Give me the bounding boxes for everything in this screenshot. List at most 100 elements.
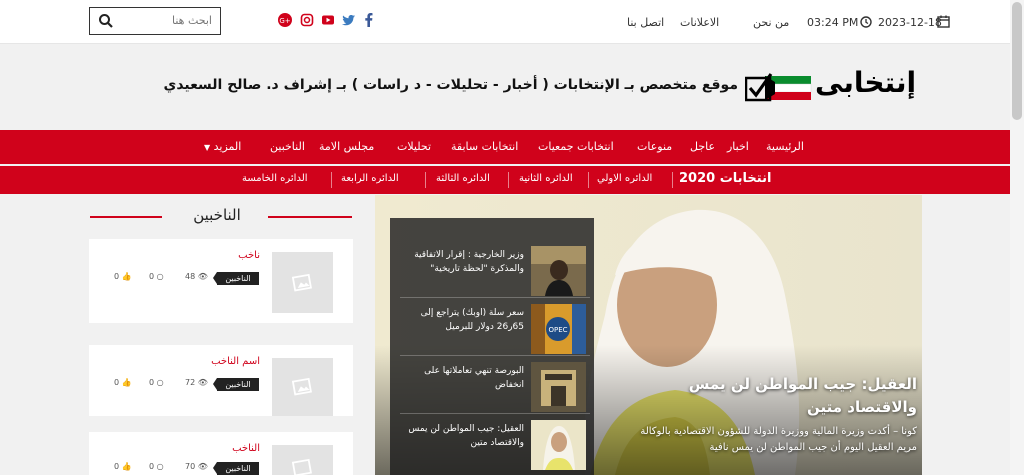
instagram-icon[interactable]: [300, 13, 314, 27]
site-tagline: موقع متخصص بـ الإنتخابات ( أخبار - تحليل…: [163, 77, 739, 93]
image-placeholder-icon: [292, 377, 312, 396]
kuwait-flag-ballot-icon: [745, 73, 812, 102]
comment-icon: ○: [156, 462, 164, 471]
nav-analysis[interactable]: تحليلات: [397, 140, 431, 153]
news-item[interactable]: وزير الخارجية : إقرار الاتفاقية والمذكرة…: [400, 242, 590, 298]
subnav-title[interactable]: انتخابات 2020: [679, 171, 771, 186]
top-bar: G+ اتصل بنا الاعلانات من نحن 03:24 PM 20…: [0, 0, 1010, 44]
news-thumbnail[interactable]: [531, 246, 586, 296]
news-photo: [531, 246, 586, 296]
news-thumbnail[interactable]: OPEC: [531, 304, 586, 354]
about-link[interactable]: من نحن: [753, 16, 789, 29]
sidebar-heading: الناخبين: [193, 206, 241, 224]
svg-text:G+: G+: [279, 17, 290, 25]
news-item[interactable]: البورصة تنهي تعاملاتها على انخفاض: [400, 358, 590, 414]
news-title[interactable]: البورصة تنهي تعاملاتها على انخفاض: [406, 364, 524, 392]
eye-icon: 👁: [197, 272, 208, 281]
logo-text: إنتخابى: [815, 66, 917, 99]
thumbs-up-icon: 👍: [121, 272, 132, 281]
nav-misc[interactable]: منوعات: [637, 140, 672, 153]
comment-icon: ○: [156, 272, 164, 281]
google-plus-icon[interactable]: G+: [278, 13, 292, 27]
eye-icon: 👁: [197, 462, 208, 471]
voter-card[interactable]: اسم الناخب الناخبين 72 👁 0 ○ 0 👍: [89, 345, 353, 416]
thumbs-up-icon: 👍: [121, 378, 132, 387]
subnav-divider: [588, 172, 589, 188]
comment-icon: ○: [156, 378, 164, 387]
news-item[interactable]: العقيل: جيب المواطن لن يمس والاقتصاد متي…: [400, 416, 590, 472]
nav-voters[interactable]: الناخبين: [270, 140, 305, 153]
news-list: وزير الخارجية : إقرار الاتفاقية والمذكرة…: [390, 218, 594, 475]
news-title[interactable]: وزير الخارجية : إقرار الاتفاقية والمذكرة…: [406, 248, 524, 276]
comments-count: 0 ○: [149, 462, 164, 471]
search-input[interactable]: [122, 14, 212, 27]
image-placeholder-icon: [292, 273, 312, 292]
likes-count[interactable]: 0 👍: [114, 272, 132, 281]
subnav-district-1[interactable]: الدائره الاولي: [597, 173, 652, 184]
thumbs-up-icon: 👍: [121, 462, 132, 471]
subnav-divider: [331, 172, 332, 188]
likes-count[interactable]: 0 👍: [114, 462, 132, 471]
site-logo[interactable]: إنتخابى: [745, 66, 920, 106]
sub-navigation: انتخابات 2020 الدائره الاولي الدائره الث…: [0, 166, 1010, 194]
eye-icon: 👁: [197, 378, 208, 387]
subnav-divider: [672, 172, 673, 188]
youtube-icon[interactable]: [321, 13, 335, 27]
heading-line-left: [90, 216, 162, 218]
category-tag[interactable]: الناخبين: [217, 462, 259, 475]
news-photo: OPEC: [531, 304, 586, 354]
views-count: 48 👁: [185, 272, 208, 281]
nav-association-elections[interactable]: انتخابات جمعيات: [538, 140, 614, 153]
nav-more-label: المزيد: [213, 140, 242, 153]
nav-news[interactable]: اخبار: [727, 140, 749, 153]
voter-thumbnail[interactable]: [272, 445, 333, 475]
nav-home[interactable]: الرئيسية: [766, 140, 804, 153]
featured-headline[interactable]: العقيل: جيب المواطن لن يمس والاقتصاد متي…: [640, 373, 917, 419]
news-thumbnail[interactable]: [531, 420, 586, 470]
views-count: 70 👁: [185, 462, 208, 471]
subnav-divider: [508, 172, 509, 188]
subnav-district-5[interactable]: الدائره الخامسة: [242, 173, 308, 184]
news-photo: [531, 362, 586, 412]
category-tag[interactable]: الناخبين: [217, 378, 259, 391]
date-text: 2023-12-18: [878, 16, 942, 29]
comments-count: 0 ○: [149, 272, 164, 281]
main-navigation: الرئيسية اخبار عاجل منوعات انتخابات جمعي…: [0, 130, 1010, 164]
time-text: 03:24 PM: [807, 16, 859, 29]
svg-text:OPEC: OPEC: [548, 326, 567, 334]
nav-more[interactable]: ▼ المزيد: [204, 140, 241, 153]
contact-link[interactable]: اتصل بنا: [627, 16, 664, 29]
subnav-district-3[interactable]: الدائره الثالثة: [436, 173, 490, 184]
voter-card[interactable]: الناخب الناخبين 70 👁 0 ○ 0 👍: [89, 432, 353, 475]
voter-name[interactable]: ناخب: [238, 250, 260, 261]
news-item[interactable]: OPEC سعر سلة (اوبك) يتراجع إلى 65ر26 دول…: [400, 300, 590, 356]
comments-count: 0 ○: [149, 378, 164, 387]
search-box[interactable]: [89, 7, 221, 35]
voter-name[interactable]: اسم الناخب: [211, 356, 260, 367]
subnav-district-4[interactable]: الدائره الرابعة: [341, 173, 399, 184]
calendar-icon: [937, 15, 950, 28]
search-icon[interactable]: [98, 13, 114, 29]
twitter-icon[interactable]: [342, 13, 356, 27]
nav-previous-elections[interactable]: انتخابات سابقة: [451, 140, 518, 153]
nav-breaking[interactable]: عاجل: [690, 140, 715, 153]
voter-name[interactable]: الناخب: [232, 443, 260, 454]
subnav-district-2[interactable]: الدائره الثانية: [519, 173, 573, 184]
voter-thumbnail[interactable]: [272, 252, 333, 313]
nav-parliament[interactable]: مجلس الامة: [319, 140, 374, 153]
news-photo: [531, 420, 586, 470]
likes-count[interactable]: 0 👍: [114, 378, 132, 387]
news-thumbnail[interactable]: [531, 362, 586, 412]
news-title[interactable]: سعر سلة (اوبك) يتراجع إلى 65ر26 دولار لل…: [406, 306, 524, 334]
voter-thumbnail[interactable]: [272, 358, 333, 416]
voter-card[interactable]: ناخب الناخبين 48 👁 0 ○ 0 👍: [89, 239, 353, 323]
subnav-divider: [425, 172, 426, 188]
category-tag[interactable]: الناخبين: [217, 272, 259, 285]
clock-icon: [860, 16, 872, 28]
heading-line-right: [268, 216, 352, 218]
scrollbar-thumb[interactable]: [1012, 2, 1022, 120]
facebook-icon[interactable]: [362, 13, 376, 27]
ads-link[interactable]: الاعلانات: [680, 16, 719, 29]
news-title[interactable]: العقيل: جيب المواطن لن يمس والاقتصاد متي…: [406, 422, 524, 450]
chevron-down-icon: ▼: [204, 143, 211, 152]
